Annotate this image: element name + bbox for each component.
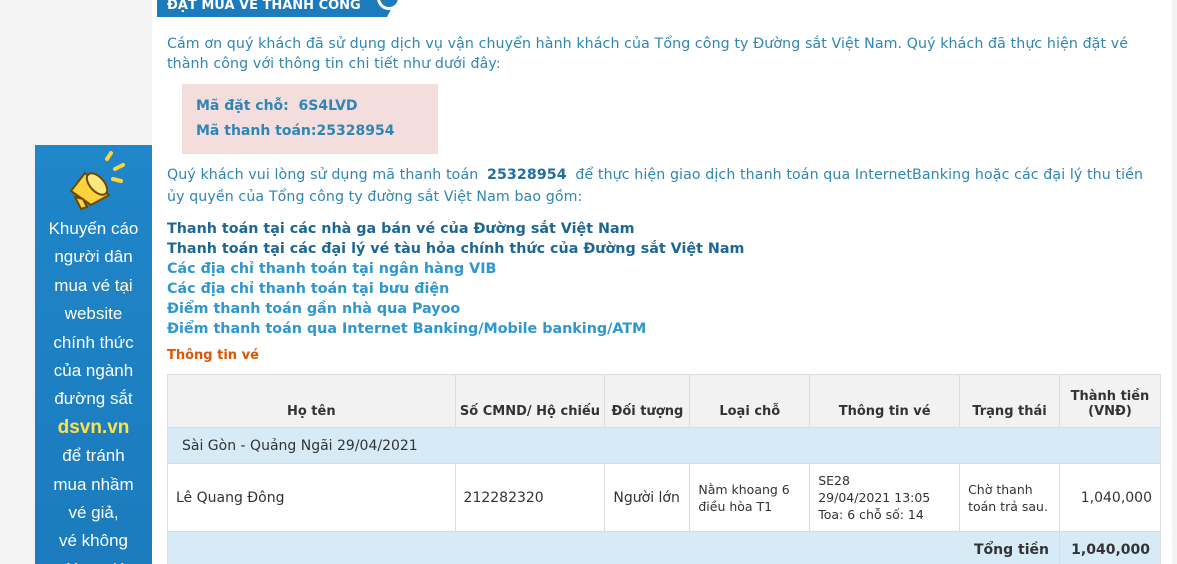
payment-code: 25328954	[316, 123, 395, 139]
route-row: Sài Gòn - Quảng Ngãi 29/04/2021	[167, 427, 1161, 464]
reservation-code-label: Mã đặt chỗ:	[196, 98, 289, 114]
column-header: Thành tiền (VNĐ)	[1058, 374, 1162, 428]
passenger-id: 212282320	[454, 463, 606, 532]
link-vib-payment[interactable]: Các địa chỉ thanh toán tại ngân hàng VIB	[167, 259, 1162, 279]
ticket-seat: Toa: 6 chỗ số: 14	[818, 507, 924, 522]
booking-code-box: Mã đặt chỗ: 6S4LVD Mã thanh toán:2532895…	[182, 84, 438, 154]
column-header: Thông tin vé	[809, 374, 961, 428]
megaphone-icon	[69, 151, 125, 211]
banner-line: của ngành	[53, 361, 134, 381]
payment-notice-code: 25328954	[486, 167, 567, 183]
link-post-office-payment[interactable]: Các địa chỉ thanh toán tại bưu điện	[167, 279, 1162, 299]
column-header: Số CMND/ Hộ chiếu	[454, 374, 606, 428]
payment-code-label: Mã thanh toán:	[196, 123, 317, 139]
ticket-info: SE28 29/04/2021 13:05 Toa: 6 chỗ số: 14	[809, 463, 961, 532]
table-header-row: Họ tên Số CMND/ Hộ chiếu Đối tượng Loại …	[167, 374, 1162, 428]
ticket-amount: 1,040,000	[1058, 463, 1162, 532]
seat-type: Nằm khoang 6 điều hòa T1	[689, 463, 811, 532]
payment-links: Thanh toán tại các nhà ga bán vé của Đườ…	[167, 219, 1162, 339]
banner-line: vé không	[59, 531, 128, 551]
banner-brand: dsvn.vn	[57, 416, 130, 438]
payment-code-row: Mã thanh toán:25328954	[196, 119, 438, 144]
passenger-type: Người lớn	[604, 463, 691, 532]
column-header: Họ tên	[167, 374, 456, 428]
payment-notice: Quý khách vui lòng sử dụng mã thanh toán…	[167, 164, 1162, 208]
banner-text: Khuyến cáo người dân mua vé tại website …	[35, 215, 152, 564]
link-payoo-payment[interactable]: Điểm thanh toán gần nhà qua Payoo	[167, 299, 1162, 319]
banner-line: để tránh	[62, 446, 125, 466]
banner-line: mua vé tại	[54, 275, 133, 295]
ticket-datetime: 29/04/2021 13:05	[818, 490, 931, 505]
banner-line: người dân	[54, 247, 133, 267]
route-label: Sài Gòn - Quảng Ngãi 29/04/2021	[167, 427, 1161, 464]
intro-text: Cám ơn quý khách đã sử dụng dịch vụ vận …	[167, 36, 1129, 72]
banner-line: vé giả,	[68, 503, 119, 523]
banner-line: đường sắt	[54, 389, 133, 409]
total-row: Tổng tiền 1,040,000	[167, 531, 1162, 564]
ticket-table: Họ tên Số CMND/ Hộ chiếu Đối tượng Loại …	[167, 374, 1162, 564]
banner-line: đúng giá	[35, 556, 152, 564]
banner-line: mua nhầm	[53, 474, 134, 494]
total-label: Tổng tiền	[167, 531, 1060, 564]
reservation-code: 6S4LVD	[298, 98, 358, 114]
passenger-name: Lê Quang Đông	[167, 463, 456, 532]
reservation-code-row: Mã đặt chỗ: 6S4LVD	[196, 94, 438, 119]
banner-line: website	[64, 304, 123, 324]
warning-banner[interactable]: Khuyến cáo người dân mua vé tại website …	[35, 145, 152, 564]
link-station-payment[interactable]: Thanh toán tại các nhà ga bán vé của Đườ…	[167, 219, 1162, 239]
ticket-section-title: Thông tin vé	[167, 348, 259, 363]
page-title: ĐẶT MUA VÉ THÀNH CÔNG	[157, 0, 399, 17]
right-gutter	[1172, 0, 1177, 564]
column-header: Loại chỗ	[689, 374, 811, 428]
total-amount: 1,040,000	[1058, 531, 1162, 564]
column-header: Trạng thái	[959, 374, 1060, 428]
ticket-status: Chờ thanh toán trả sau.	[959, 463, 1060, 532]
banner-line: chính thức	[53, 332, 134, 352]
banner-line: Khuyến cáo	[48, 219, 139, 238]
link-agent-payment[interactable]: Thanh toán tại các đại lý vé tàu hỏa chí…	[167, 239, 1162, 259]
column-header: Đối tượng	[604, 374, 691, 428]
payment-notice-before: Quý khách vui lòng sử dụng mã thanh toán	[167, 167, 479, 183]
ticket-train: SE28	[818, 473, 850, 488]
link-internet-banking-payment[interactable]: Điểm thanh toán qua Internet Banking/Mob…	[167, 319, 1162, 339]
table-row: Lê Quang Đông 212282320 Người lớn Nằm kh…	[167, 463, 1162, 532]
